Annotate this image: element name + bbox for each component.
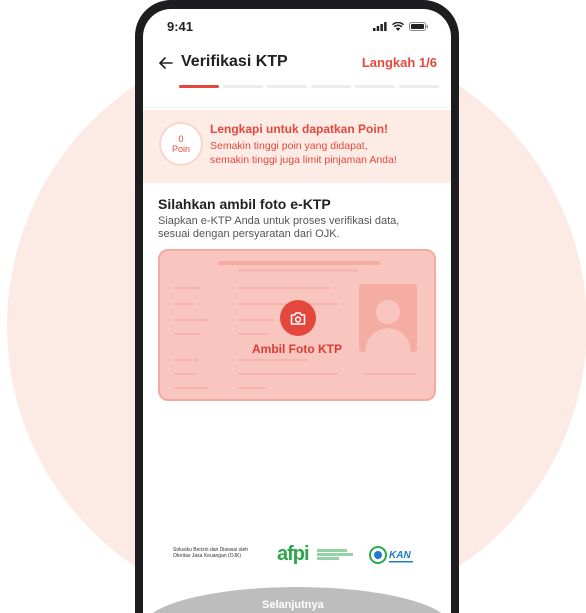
progress-segment-2 bbox=[223, 85, 263, 88]
ktp-capture-card[interactable]: Ambil Foto KTP bbox=[158, 249, 436, 401]
status-time: 9:41 bbox=[167, 18, 194, 34]
progress-segment-1 bbox=[179, 85, 219, 88]
take-photo-label[interactable]: Ambil Foto KTP bbox=[160, 342, 434, 356]
ktp-placeholder-line bbox=[238, 373, 338, 375]
battery-icon bbox=[409, 21, 428, 31]
ktp-placeholder-line bbox=[238, 269, 358, 272]
step-progress-bar bbox=[179, 85, 439, 88]
section-description: Siapkan e-KTP Anda untuk proses verifika… bbox=[158, 215, 400, 240]
ktp-placeholder-line bbox=[174, 387, 208, 389]
ktp-placeholder-line bbox=[364, 373, 416, 375]
header-divider bbox=[143, 107, 451, 108]
progress-segment-4 bbox=[311, 85, 351, 88]
ktp-placeholder-line bbox=[174, 333, 200, 335]
ktp-placeholder-line bbox=[238, 333, 268, 335]
progress-segment-3 bbox=[267, 85, 307, 88]
footer-logos: Solusiku Berizin dan Diawasi oleh Otorit… bbox=[143, 541, 451, 573]
progress-segment-5 bbox=[355, 85, 395, 88]
ktp-placeholder-line bbox=[174, 319, 208, 321]
poin-description: Semakin tinggi poin yang didapat, semaki… bbox=[210, 139, 440, 167]
status-icons bbox=[373, 21, 429, 31]
poin-badge: 0 Poin bbox=[159, 122, 203, 166]
poin-banner: 0 Poin Lengkapi untuk dapatkan Poin! Sem… bbox=[143, 110, 451, 183]
afpi-logo: afpi bbox=[277, 543, 310, 565]
ktp-placeholder-line bbox=[238, 359, 308, 361]
section-title: Silahkan ambil foto e-KTP bbox=[158, 196, 331, 212]
phone-screen: 9:41 Verifikasi KTP Langkah 1/6 0 Poin L… bbox=[143, 9, 451, 613]
ktp-placeholder-line bbox=[238, 319, 274, 321]
signal-icon bbox=[373, 21, 387, 31]
ktp-placeholder-line bbox=[238, 287, 330, 289]
kan-text: KAN bbox=[389, 550, 411, 561]
afpi-logo-caption bbox=[317, 549, 357, 560]
poin-desc-line-2: semakin tinggi juga limit pinjaman Anda! bbox=[210, 154, 397, 166]
poin-desc-line-1: Semakin tinggi poin yang didapat, bbox=[210, 140, 368, 152]
poin-unit: Poin bbox=[171, 144, 190, 154]
ktp-placeholder-line bbox=[174, 373, 196, 375]
next-button[interactable]: Selanjutnya bbox=[262, 599, 324, 611]
camera-icon bbox=[290, 311, 306, 325]
ktp-placeholder-line bbox=[238, 387, 266, 389]
poin-title: Lengkapi untuk dapatkan Poin! bbox=[210, 122, 389, 136]
step-indicator: Langkah 1/6 bbox=[361, 55, 437, 70]
ojk-statement: Solusiku Berizin dan Diawasi oleh Otorit… bbox=[173, 547, 249, 559]
page-title: Verifikasi KTP bbox=[181, 53, 288, 70]
ktp-placeholder-line bbox=[218, 261, 380, 265]
ktp-placeholder-line bbox=[174, 287, 200, 289]
back-arrow-icon[interactable] bbox=[159, 56, 173, 70]
poin-value: 0 bbox=[178, 134, 184, 144]
ktp-placeholder-line bbox=[174, 303, 194, 305]
app-header: Verifikasi KTP Langkah 1/6 bbox=[143, 51, 451, 77]
ktp-placeholder-line bbox=[174, 359, 198, 361]
take-photo-button[interactable] bbox=[280, 300, 316, 336]
status-bar: 9:41 bbox=[143, 9, 451, 43]
kan-logo: KAN bbox=[369, 546, 413, 564]
progress-segment-6 bbox=[399, 85, 439, 88]
wifi-icon bbox=[392, 21, 404, 31]
